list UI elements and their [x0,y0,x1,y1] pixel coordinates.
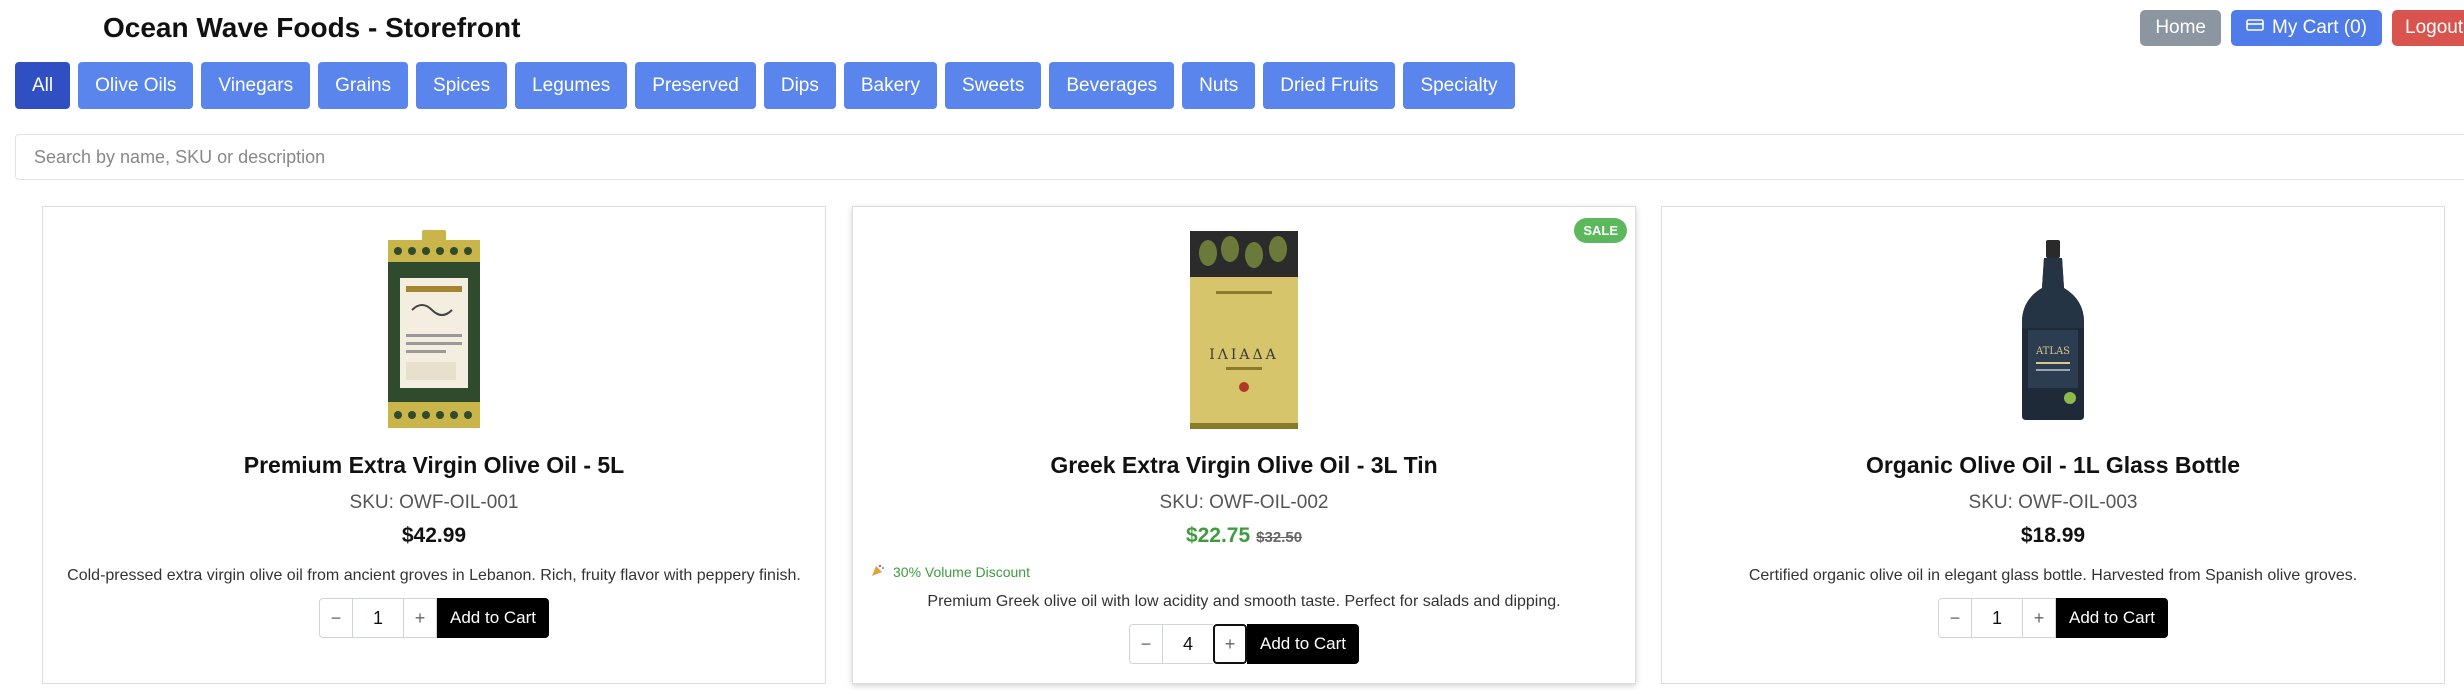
add-to-cart-button[interactable]: Add to Cart [1247,624,1359,664]
product-sku: SKU: OWF-OIL-001 [349,492,519,513]
sale-price: $22.75 [1185,524,1251,547]
quantity-input[interactable] [1972,598,2022,638]
cart-icon [2246,17,2264,39]
add-to-cart-button[interactable]: Add to Cart [437,598,549,638]
decrease-quantity-button[interactable]: − [319,598,353,638]
tab-beverages[interactable]: Beverages [1049,62,1175,109]
my-cart-button[interactable]: My Cart (0) [2231,10,2382,46]
tab-nuts[interactable]: Nuts [1182,62,1256,109]
product-sku: SKU: OWF-OIL-003 [1968,492,2138,513]
quantity-stepper: − + Add to Cart [43,598,825,638]
product-description: Premium Greek olive oil with low acidity… [927,593,1561,610]
product-name: Premium Extra Virgin Olive Oil - 5L [243,452,625,478]
product-image [43,225,825,435]
product-card: SALE ΙΛΙΑΔΑ Greek Extra Virgin Olive Oil… [852,206,1636,684]
quantity-input[interactable] [1163,624,1213,664]
quantity-input[interactable] [353,598,403,638]
logout-button[interactable]: Logout [2392,10,2464,46]
my-cart-label: My Cart (0) [2272,17,2367,38]
tab-dried-fruits[interactable]: Dried Fruits [1263,62,1396,109]
quantity-stepper: − + Add to Cart [853,624,1635,664]
tab-olive-oils[interactable]: Olive Oils [78,62,194,109]
tab-dips[interactable]: Dips [763,62,836,109]
tab-sweets[interactable]: Sweets [945,62,1042,109]
increase-quantity-button[interactable]: + [403,598,437,638]
tab-all[interactable]: All [15,62,71,109]
product-price: $18.99 [2020,524,2086,547]
search-input[interactable] [15,134,2464,180]
tab-spices[interactable]: Spices [416,62,508,109]
product-price: $22.75 $32.50 [853,524,1635,548]
tab-preserved[interactable]: Preserved [635,62,756,109]
tab-bakery[interactable]: Bakery [843,62,938,109]
product-image: ΙΛΙΑΔΑ [853,225,1635,435]
product-price: $42.99 [401,524,467,547]
party-icon [871,563,885,580]
discount-label: 30% Volume Discount [893,563,1030,580]
product-image: ATLAS [1662,225,2444,435]
page-title: Ocean Wave Foods - Storefront [103,12,521,43]
product-name: Organic Olive Oil - 1L Glass Bottle [1865,452,2241,478]
product-card: ATLAS Organic Olive Oil - 1L Glass Bottl… [1661,206,2445,684]
tab-vinegars[interactable]: Vinegars [201,62,311,109]
product-card: Premium Extra Virgin Olive Oil - 5L SKU:… [42,206,826,684]
product-description: Certified organic olive oil in elegant g… [1748,567,2358,584]
volume-discount: 30% Volume Discount [871,563,1030,580]
product-description: Cold-pressed extra virgin olive oil from… [67,567,801,584]
increase-quantity-button[interactable]: + [2022,598,2056,638]
tab-legumes[interactable]: Legumes [515,62,628,109]
svg-text:ΙΛΙΑΔΑ: ΙΛΙΑΔΑ [1209,347,1279,363]
add-to-cart-button[interactable]: Add to Cart [2056,598,2168,638]
product-name: Greek Extra Virgin Olive Oil - 3L Tin [1050,452,1438,478]
increase-quantity-button[interactable]: + [1213,624,1247,664]
top-actions: Home My Cart (0) Logout [2140,10,2464,46]
home-button[interactable]: Home [2140,10,2221,46]
tab-specialty[interactable]: Specialty [1403,62,1515,109]
svg-text:ATLAS: ATLAS [2035,346,2070,357]
quantity-stepper: − + Add to Cart [1662,598,2444,638]
original-price: $32.50 [1256,529,1303,546]
tab-grains[interactable]: Grains [318,62,409,109]
product-sku: SKU: OWF-OIL-002 [1159,492,1329,513]
category-tabs: All Olive Oils Vinegars Grains Spices Le… [15,62,1515,109]
decrease-quantity-button[interactable]: − [1938,598,1972,638]
decrease-quantity-button[interactable]: − [1129,624,1163,664]
